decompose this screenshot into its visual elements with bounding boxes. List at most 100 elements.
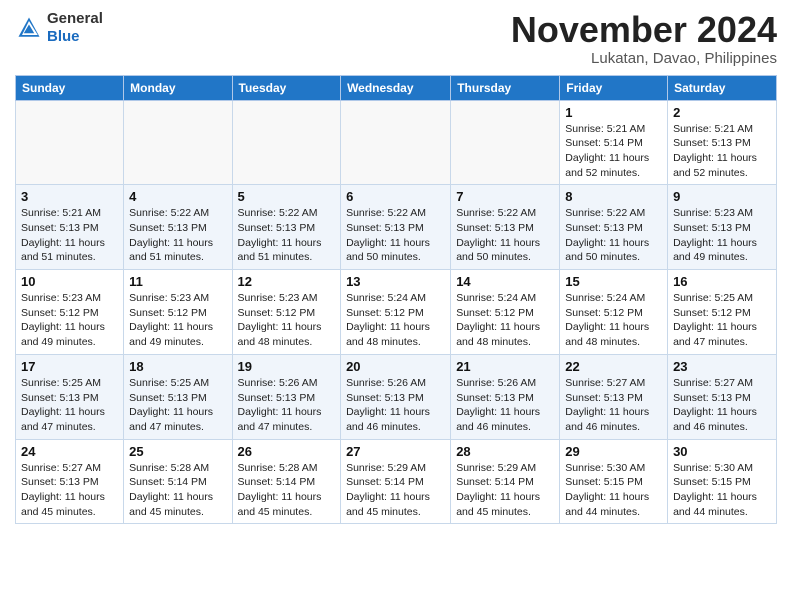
- day-number: 12: [238, 274, 336, 289]
- day-info: Sunrise: 5:27 AM Sunset: 5:13 PM Dayligh…: [565, 376, 662, 435]
- day-number: 15: [565, 274, 662, 289]
- day-number: 14: [456, 274, 554, 289]
- day-info: Sunrise: 5:30 AM Sunset: 5:15 PM Dayligh…: [673, 461, 771, 520]
- day-of-week-header: Wednesday: [341, 75, 451, 100]
- calendar-cell: 3 Sunrise: 5:21 AM Sunset: 5:13 PM Daylig…: [16, 185, 124, 270]
- location: Lukatan, Davao, Philippines: [511, 50, 777, 67]
- logo: General Blue: [15, 10, 103, 46]
- day-number: 23: [673, 359, 771, 374]
- calendar-week-row: 17 Sunrise: 5:25 AM Sunset: 5:13 PM Dayli…: [16, 354, 777, 439]
- day-number: 22: [565, 359, 662, 374]
- calendar-cell: 6 Sunrise: 5:22 AM Sunset: 5:13 PM Daylig…: [341, 185, 451, 270]
- day-of-week-header: Monday: [124, 75, 232, 100]
- day-number: 16: [673, 274, 771, 289]
- calendar-cell: 16Sunrise: 5:25 AM Sunset: 5:12 PM Dayli…: [668, 270, 777, 355]
- day-number: 20: [346, 359, 445, 374]
- day-info: Sunrise: 5:21 AM Sunset: 5:13 PM Dayligh…: [673, 122, 771, 181]
- calendar-cell: 15 Sunrise: 5:24 AM Sunset: 5:12 PM Dayli…: [560, 270, 668, 355]
- calendar-cell: 2Sunrise: 5:21 AM Sunset: 5:13 PM Daylig…: [668, 100, 777, 185]
- day-number: 18: [129, 359, 226, 374]
- header: General Blue November 2024 Lukatan, Dava…: [15, 10, 777, 67]
- calendar-cell: 1 Sunrise: 5:21 AM Sunset: 5:14 PM Daylig…: [560, 100, 668, 185]
- day-number: 4: [129, 189, 226, 204]
- header-row: SundayMondayTuesdayWednesdayThursdayFrid…: [16, 75, 777, 100]
- calendar-cell: 19 Sunrise: 5:26 AM Sunset: 5:13 PM Dayli…: [232, 354, 341, 439]
- day-info: Sunrise: 5:28 AM Sunset: 5:14 PM Dayligh…: [238, 461, 336, 520]
- day-info: Sunrise: 5:26 AM Sunset: 5:13 PM Dayligh…: [238, 376, 336, 435]
- day-of-week-header: Saturday: [668, 75, 777, 100]
- day-number: 21: [456, 359, 554, 374]
- calendar-cell: 24Sunrise: 5:27 AM Sunset: 5:13 PM Dayli…: [16, 439, 124, 524]
- calendar-cell: 27 Sunrise: 5:29 AM Sunset: 5:14 PM Dayli…: [341, 439, 451, 524]
- calendar-table: SundayMondayTuesdayWednesdayThursdayFrid…: [15, 75, 777, 525]
- calendar-cell: [451, 100, 560, 185]
- calendar-week-row: 10 Sunrise: 5:23 AM Sunset: 5:12 PM Dayli…: [16, 270, 777, 355]
- logo-icon: [15, 14, 43, 42]
- day-of-week-header: Sunday: [16, 75, 124, 100]
- day-number: 30: [673, 444, 771, 459]
- calendar-cell: 22 Sunrise: 5:27 AM Sunset: 5:13 PM Dayli…: [560, 354, 668, 439]
- day-info: Sunrise: 5:24 AM Sunset: 5:12 PM Dayligh…: [565, 291, 662, 350]
- day-info: Sunrise: 5:23 AM Sunset: 5:12 PM Dayligh…: [21, 291, 118, 350]
- calendar-cell: 5Sunrise: 5:22 AM Sunset: 5:13 PM Daylig…: [232, 185, 341, 270]
- day-info: Sunrise: 5:22 AM Sunset: 5:13 PM Dayligh…: [565, 206, 662, 265]
- day-number: 9: [673, 189, 771, 204]
- calendar-week-row: 3 Sunrise: 5:21 AM Sunset: 5:13 PM Daylig…: [16, 185, 777, 270]
- day-info: Sunrise: 5:24 AM Sunset: 5:12 PM Dayligh…: [346, 291, 445, 350]
- day-number: 27: [346, 444, 445, 459]
- calendar-cell: [16, 100, 124, 185]
- day-info: Sunrise: 5:21 AM Sunset: 5:13 PM Dayligh…: [21, 206, 118, 265]
- day-number: 5: [238, 189, 336, 204]
- day-info: Sunrise: 5:30 AM Sunset: 5:15 PM Dayligh…: [565, 461, 662, 520]
- day-info: Sunrise: 5:26 AM Sunset: 5:13 PM Dayligh…: [346, 376, 445, 435]
- day-number: 1: [565, 105, 662, 120]
- day-info: Sunrise: 5:21 AM Sunset: 5:14 PM Dayligh…: [565, 122, 662, 181]
- day-info: Sunrise: 5:29 AM Sunset: 5:14 PM Dayligh…: [456, 461, 554, 520]
- calendar-cell: 9 Sunrise: 5:23 AM Sunset: 5:13 PM Daylig…: [668, 185, 777, 270]
- calendar-cell: 21 Sunrise: 5:26 AM Sunset: 5:13 PM Dayli…: [451, 354, 560, 439]
- day-info: Sunrise: 5:22 AM Sunset: 5:13 PM Dayligh…: [456, 206, 554, 265]
- calendar-cell: 25 Sunrise: 5:28 AM Sunset: 5:14 PM Dayli…: [124, 439, 232, 524]
- calendar-body: 1 Sunrise: 5:21 AM Sunset: 5:14 PM Daylig…: [16, 100, 777, 524]
- month-title: November 2024: [511, 10, 777, 50]
- calendar-cell: 23Sunrise: 5:27 AM Sunset: 5:13 PM Dayli…: [668, 354, 777, 439]
- day-number: 28: [456, 444, 554, 459]
- day-info: Sunrise: 5:24 AM Sunset: 5:12 PM Dayligh…: [456, 291, 554, 350]
- day-number: 26: [238, 444, 336, 459]
- day-info: Sunrise: 5:22 AM Sunset: 5:13 PM Dayligh…: [346, 206, 445, 265]
- day-number: 17: [21, 359, 118, 374]
- day-info: Sunrise: 5:23 AM Sunset: 5:12 PM Dayligh…: [129, 291, 226, 350]
- day-number: 3: [21, 189, 118, 204]
- calendar-cell: [232, 100, 341, 185]
- day-info: Sunrise: 5:25 AM Sunset: 5:13 PM Dayligh…: [21, 376, 118, 435]
- day-number: 19: [238, 359, 336, 374]
- page: General Blue November 2024 Lukatan, Dava…: [0, 0, 792, 612]
- logo-general-text: General: [47, 10, 103, 27]
- day-number: 11: [129, 274, 226, 289]
- calendar-cell: 10 Sunrise: 5:23 AM Sunset: 5:12 PM Dayli…: [16, 270, 124, 355]
- calendar-cell: 30 Sunrise: 5:30 AM Sunset: 5:15 PM Dayli…: [668, 439, 777, 524]
- calendar-cell: 13 Sunrise: 5:24 AM Sunset: 5:12 PM Dayli…: [341, 270, 451, 355]
- title-block: November 2024 Lukatan, Davao, Philippine…: [511, 10, 777, 67]
- day-number: 10: [21, 274, 118, 289]
- calendar-cell: 12Sunrise: 5:23 AM Sunset: 5:12 PM Dayli…: [232, 270, 341, 355]
- logo-blue-text: Blue: [47, 28, 80, 45]
- day-info: Sunrise: 5:23 AM Sunset: 5:13 PM Dayligh…: [673, 206, 771, 265]
- calendar-cell: 11 Sunrise: 5:23 AM Sunset: 5:12 PM Dayli…: [124, 270, 232, 355]
- calendar-cell: 26 Sunrise: 5:28 AM Sunset: 5:14 PM Dayli…: [232, 439, 341, 524]
- day-info: Sunrise: 5:22 AM Sunset: 5:13 PM Dayligh…: [129, 206, 226, 265]
- day-info: Sunrise: 5:25 AM Sunset: 5:13 PM Dayligh…: [129, 376, 226, 435]
- day-of-week-header: Friday: [560, 75, 668, 100]
- day-number: 8: [565, 189, 662, 204]
- day-number: 6: [346, 189, 445, 204]
- day-number: 7: [456, 189, 554, 204]
- day-of-week-header: Tuesday: [232, 75, 341, 100]
- calendar-cell: 18 Sunrise: 5:25 AM Sunset: 5:13 PM Dayli…: [124, 354, 232, 439]
- calendar-cell: 29Sunrise: 5:30 AM Sunset: 5:15 PM Dayli…: [560, 439, 668, 524]
- day-number: 13: [346, 274, 445, 289]
- calendar-cell: 28 Sunrise: 5:29 AM Sunset: 5:14 PM Dayli…: [451, 439, 560, 524]
- day-info: Sunrise: 5:26 AM Sunset: 5:13 PM Dayligh…: [456, 376, 554, 435]
- day-number: 25: [129, 444, 226, 459]
- day-info: Sunrise: 5:29 AM Sunset: 5:14 PM Dayligh…: [346, 461, 445, 520]
- day-info: Sunrise: 5:28 AM Sunset: 5:14 PM Dayligh…: [129, 461, 226, 520]
